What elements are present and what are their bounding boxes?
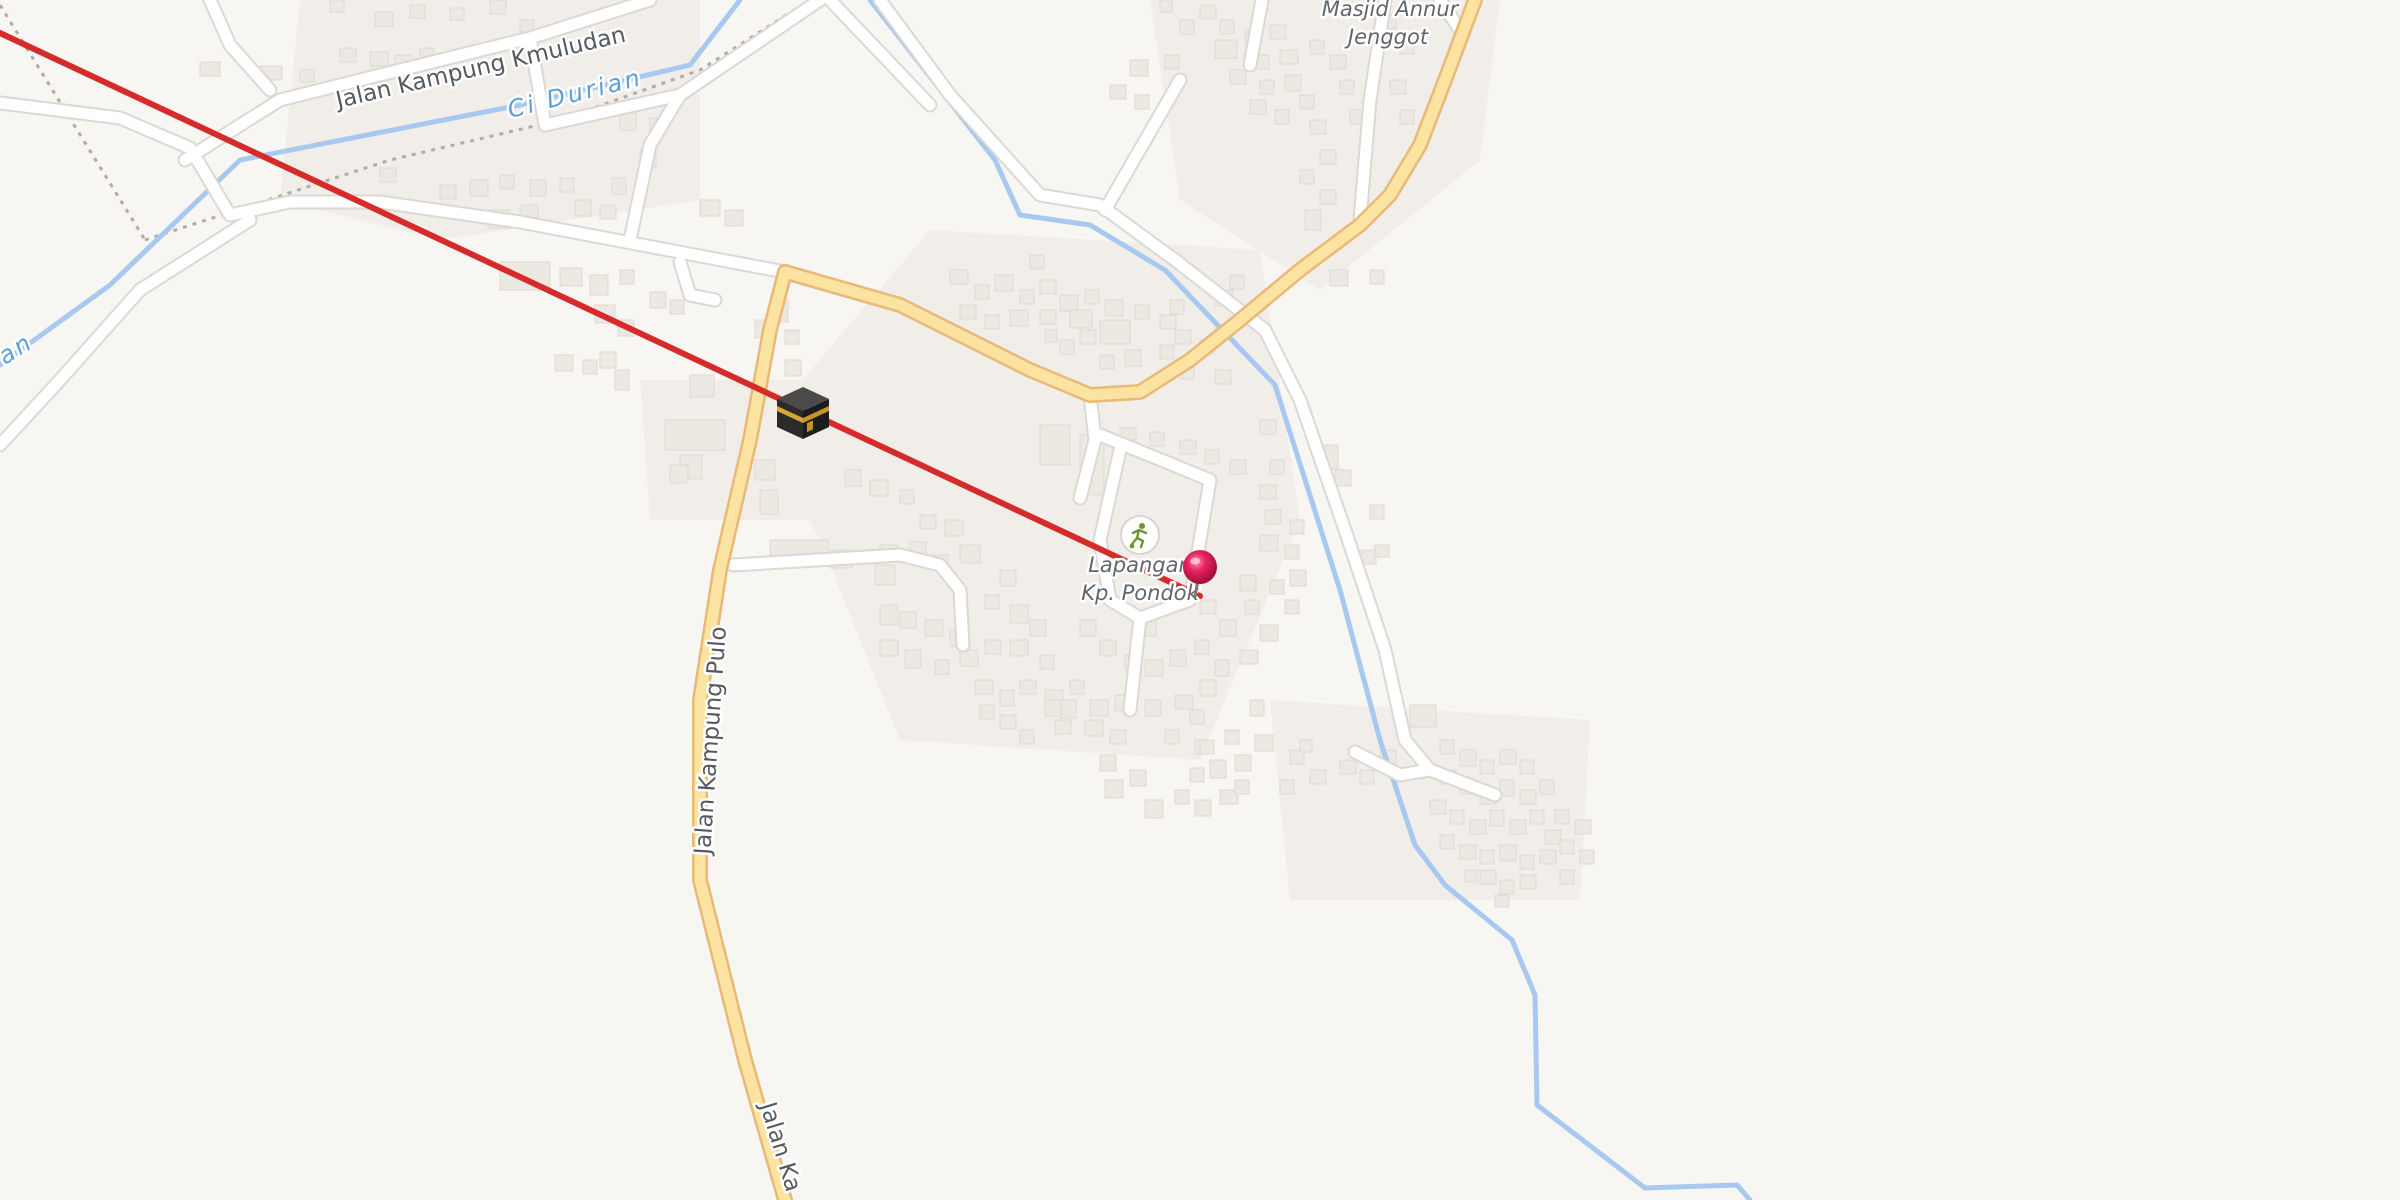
- river-label-west: ran: [0, 327, 39, 377]
- mosque-label-line2: Jenggot: [1344, 25, 1429, 49]
- map-canvas[interactable]: Jalan Kampung Kmuludan Jalan Kampung Pul…: [0, 0, 2400, 1200]
- field-label-line1: Lapangan: [1088, 553, 1192, 577]
- map-svg: Jalan Kampung Kmuludan Jalan Kampung Pul…: [0, 0, 1753, 1200]
- field-label-line2: Kp. Pondok: [1081, 581, 1199, 605]
- soccer-player-icon[interactable]: [1120, 515, 1160, 555]
- mosque-label-line1: Masjid Annur: [1322, 0, 1460, 21]
